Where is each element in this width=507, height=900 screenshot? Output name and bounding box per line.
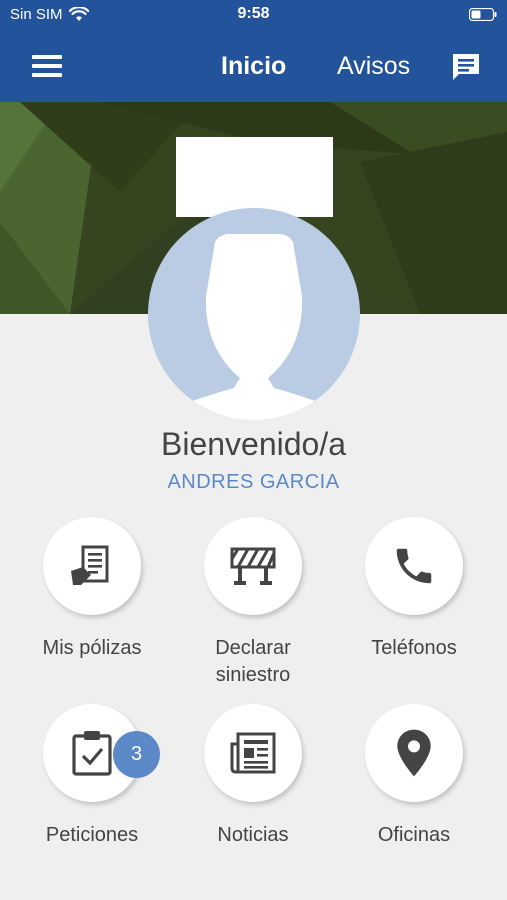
tile-peticiones[interactable]: 3 Peticiones [12, 704, 172, 849]
tile-circle[interactable] [365, 517, 463, 615]
tile-label-line: Declarar [215, 637, 291, 659]
tile-label-line: Mis pólizas [42, 637, 142, 659]
hamburger-menu-icon[interactable] [32, 53, 62, 79]
tile-telefonos[interactable]: Teléfonos [334, 517, 494, 662]
map-pin-icon [397, 729, 431, 777]
tile-label-line: siniestro [215, 664, 291, 686]
battery-icon [469, 8, 497, 21]
tile-label: Teléfonos [334, 635, 494, 662]
tile-circle[interactable]: 3 [43, 704, 160, 802]
newspaper-icon [230, 732, 276, 774]
road-barrier-icon [230, 547, 276, 585]
top-nav-bar: Inicio Avisos [0, 30, 507, 102]
status-time: 9:58 [237, 5, 270, 22]
tab-avisos[interactable]: Avisos [337, 52, 410, 81]
tile-circle[interactable] [204, 704, 302, 802]
tile-label-line: Oficinas [377, 824, 451, 846]
policy-document-icon [71, 545, 109, 585]
tab-inicio[interactable]: Inicio [221, 52, 286, 81]
tile-label-line: Noticias [217, 824, 289, 846]
company-logo-placeholder [176, 137, 333, 217]
tile-label: Noticias [173, 822, 333, 849]
requests-count-badge: 3 [113, 731, 160, 778]
tile-label: Mis pólizas [12, 635, 172, 662]
avatar[interactable] [148, 208, 360, 420]
tile-noticias[interactable]: Noticias [173, 704, 333, 849]
tile-declarar-siniestro[interactable]: Declarar siniestro [173, 517, 333, 689]
phone-icon [396, 548, 432, 584]
tile-circle[interactable] [204, 517, 302, 615]
user-name: ANDRES GARCIA [167, 471, 340, 493]
welcome-heading: Bienvenido/a [160, 426, 347, 462]
tile-label: Oficinas [334, 822, 494, 849]
chat-message-icon[interactable] [451, 52, 481, 82]
tile-label: Peticiones [12, 822, 172, 849]
tile-label: Declarar siniestro [173, 635, 333, 689]
status-bar: Sin SIM 9:58 [0, 0, 507, 30]
tile-oficinas[interactable]: Oficinas [334, 704, 494, 849]
user-silhouette-icon [184, 234, 324, 420]
tile-circle[interactable] [43, 517, 141, 615]
tile-mis-polizas[interactable]: Mis pólizas [12, 517, 172, 662]
tile-label-line: Teléfonos [371, 637, 457, 659]
clipboard-check-icon [72, 731, 112, 776]
tile-label-line: Peticiones [45, 824, 139, 846]
tile-circle[interactable] [365, 704, 463, 802]
